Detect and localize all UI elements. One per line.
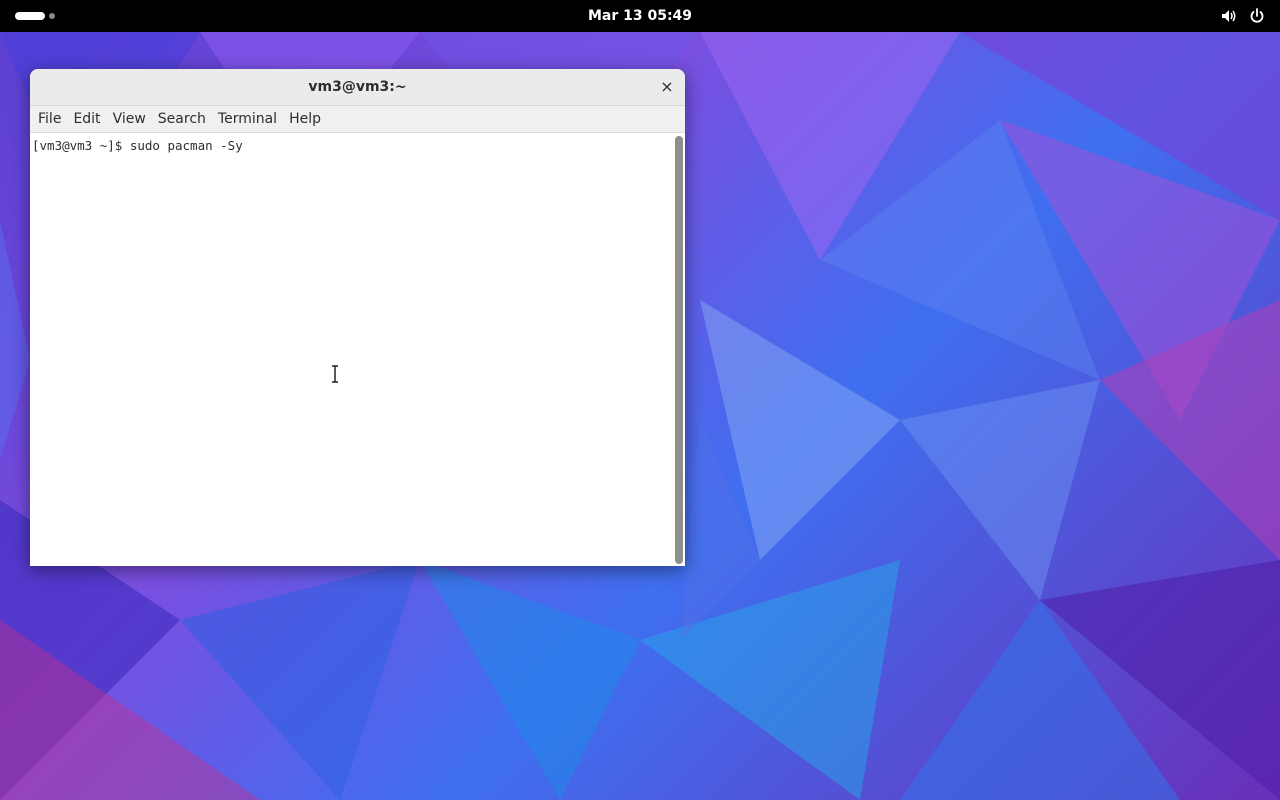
scrollbar[interactable] [675,136,683,564]
clock[interactable]: Mar 13 05:49 [540,0,740,32]
menu-help[interactable]: Help [283,106,327,133]
menu-edit[interactable]: Edit [67,106,106,133]
menu-file[interactable]: File [32,106,67,133]
menu-bar: File Edit View Search Terminal Help [30,106,685,133]
menu-terminal[interactable]: Terminal [212,106,283,133]
menu-search[interactable]: Search [152,106,212,133]
desktop: Mar 13 05:49 vm3@vm3:~ × File Edit View [0,0,1280,800]
workspace-indicator [49,13,55,19]
close-icon: × [660,77,674,96]
top-bar: Mar 13 05:49 [0,0,1280,32]
system-tray[interactable] [1220,7,1266,25]
workspace-active-indicator [15,12,45,20]
text-cursor-icon [332,365,338,383]
power-icon[interactable] [1248,7,1266,25]
activities-button[interactable] [12,8,62,24]
close-button[interactable]: × [657,77,677,97]
menu-view[interactable]: View [107,106,152,133]
window-title: vm3@vm3:~ [308,79,407,95]
terminal-output[interactable]: [vm3@vm3 ~]$ sudo pacman -Sy [30,134,673,566]
terminal-window[interactable]: vm3@vm3:~ × File Edit View Search Termin… [30,69,685,566]
title-bar[interactable]: vm3@vm3:~ × [30,69,685,106]
volume-icon[interactable] [1220,7,1238,25]
scrollbar-thumb[interactable] [675,136,683,564]
terminal-line: [vm3@vm3 ~]$ sudo pacman -Sy [32,138,243,153]
